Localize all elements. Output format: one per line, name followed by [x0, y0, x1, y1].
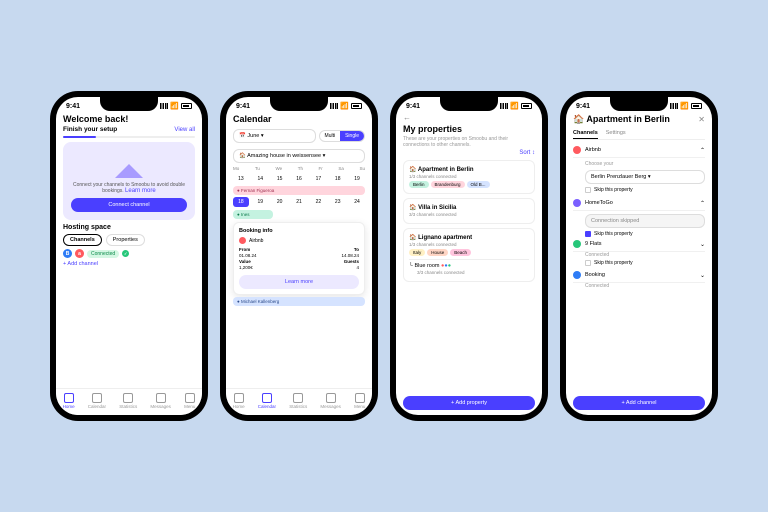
add-channel-button[interactable]: + Add channel [573, 396, 705, 410]
add-channel-link[interactable]: + Add channel [63, 261, 195, 267]
tab-properties[interactable]: Properties [106, 234, 145, 246]
house-illustration [103, 150, 155, 178]
properties-title: My properties [403, 124, 535, 134]
nav-messages[interactable]: Messages [320, 393, 341, 409]
skip-checkbox[interactable] [585, 260, 591, 266]
messages-icon [156, 393, 166, 403]
channel-row: 9 Flats⌄ [573, 237, 705, 252]
connect-card: Connect your channels to Smoobu to avoid… [63, 142, 195, 220]
skip-checkbox[interactable] [585, 187, 591, 193]
bottom-nav: Home Calendar Statistics Messages Menu [226, 388, 372, 415]
home-icon [64, 393, 74, 403]
add-property-button[interactable]: + Add property [403, 396, 535, 410]
nav-menu[interactable]: Menu [354, 393, 365, 409]
skip-checkbox[interactable] [585, 231, 591, 237]
status-pill: Connection skipped [585, 214, 705, 228]
channel-icon: B [63, 249, 72, 258]
stats-icon [123, 393, 133, 403]
channel-row[interactable]: B a Connected ✓ [63, 249, 195, 258]
home-icon [234, 393, 244, 403]
nav-calendar[interactable]: Calendar [88, 393, 106, 409]
connected-badge: Connected [87, 250, 119, 258]
month-select[interactable]: 📅 June ▾ [233, 129, 316, 143]
nav-calendar[interactable]: Calendar [258, 393, 276, 409]
chevron-up-icon[interactable]: ⌃ [700, 200, 705, 207]
properties-subtitle: These are your properties on Smoobu and … [403, 136, 535, 148]
view-toggle[interactable]: MultiSingle [319, 130, 365, 142]
phone-home: 9:41📶 Welcome back! Finish your setupVie… [50, 91, 208, 421]
chevron-up-icon[interactable]: ⌃ [700, 147, 705, 154]
tab-settings[interactable]: Settings [606, 130, 626, 139]
nav-statistics[interactable]: Statistics [289, 393, 307, 409]
close-icon[interactable]: ✕ [698, 115, 705, 124]
hometogo-icon [573, 199, 581, 207]
nav-statistics[interactable]: Statistics [119, 393, 137, 409]
welcome-title: Welcome back! [63, 114, 195, 124]
dates-row: 13141516171819 [233, 174, 365, 184]
connect-channel-button[interactable]: Connect channel [71, 198, 187, 212]
booking-icon [573, 271, 581, 279]
notch [100, 97, 158, 111]
calendar-icon [92, 393, 102, 403]
check-icon: ✓ [122, 250, 129, 257]
calendar-title: Calendar [233, 114, 365, 124]
back-button[interactable]: ← [403, 113, 535, 122]
channel-row: HomeToGo⌃ [573, 196, 705, 211]
messages-icon [326, 393, 336, 403]
dates-row: 18192021222324 [233, 197, 365, 207]
property-select[interactable]: 🏠 Amazing house in weissensee ▾ [233, 149, 365, 163]
learn-more-link[interactable]: Learn more [125, 188, 156, 194]
tab-channels[interactable]: Channels [63, 234, 102, 246]
notch [440, 97, 498, 111]
phone-properties: 9:41📶 ← My properties These are your pro… [390, 91, 548, 421]
property-card[interactable]: 🏠 Villa in Sicilia 3/3 channels connecte… [403, 198, 535, 224]
menu-icon [355, 393, 365, 403]
nav-menu[interactable]: Menu [184, 393, 195, 409]
setup-title: Finish your setup [63, 126, 117, 133]
hosting-title: Hosting space [63, 224, 195, 231]
notch [610, 97, 668, 111]
channel-row: Airbnb⌃ [573, 143, 705, 158]
flats-icon [573, 240, 581, 248]
bottom-nav: Home Calendar Statistics Messages Menu [56, 388, 202, 415]
nav-home[interactable]: Home [63, 393, 75, 409]
nav-messages[interactable]: Messages [150, 393, 171, 409]
phone-calendar: 9:41📶 Calendar 📅 June ▾ MultiSingle 🏠 Am… [220, 91, 378, 421]
view-all-link[interactable]: View all [174, 127, 195, 133]
setup-progress [63, 136, 195, 138]
phone-channels: 9:41📶 🏠 Apartment in Berlin✕ ChannelsSet… [560, 91, 718, 421]
booking-popup: Booking info Airbnb FromTo 01.08.2414.08… [233, 222, 365, 295]
channel-icon: a [75, 249, 84, 258]
chevron-down-icon[interactable]: ⌄ [700, 272, 705, 279]
property-card[interactable]: 🏠 Apartment in Berlin 1/3 channels conne… [403, 160, 535, 194]
sort-button[interactable]: Sort ↕ [519, 150, 535, 156]
booking-event[interactable]: ● Fernan Figueroa [233, 186, 365, 195]
menu-icon [185, 393, 195, 403]
nav-home[interactable]: Home [233, 393, 245, 409]
calendar-icon [262, 393, 272, 403]
notch [270, 97, 328, 111]
stats-icon [293, 393, 303, 403]
property-card[interactable]: 🏠 Lignano apartment 1/3 channels connect… [403, 228, 535, 282]
channel-row: Booking⌄ [573, 268, 705, 283]
booking-event[interactable]: ● Michael Kallenberg [233, 297, 365, 306]
airbnb-icon [239, 237, 246, 244]
listing-select[interactable]: Berlin Prenzlauer Berg ▾ [585, 170, 705, 184]
property-title: 🏠 Apartment in Berlin [573, 114, 670, 125]
learn-more-button[interactable]: Learn more [239, 275, 359, 289]
tab-channels[interactable]: Channels [573, 130, 598, 139]
weekdays: MoTuWeThFrSaSu [233, 166, 365, 171]
airbnb-icon [573, 146, 581, 154]
booking-event[interactable]: ● Ines [233, 210, 273, 219]
chevron-down-icon[interactable]: ⌄ [700, 241, 705, 248]
